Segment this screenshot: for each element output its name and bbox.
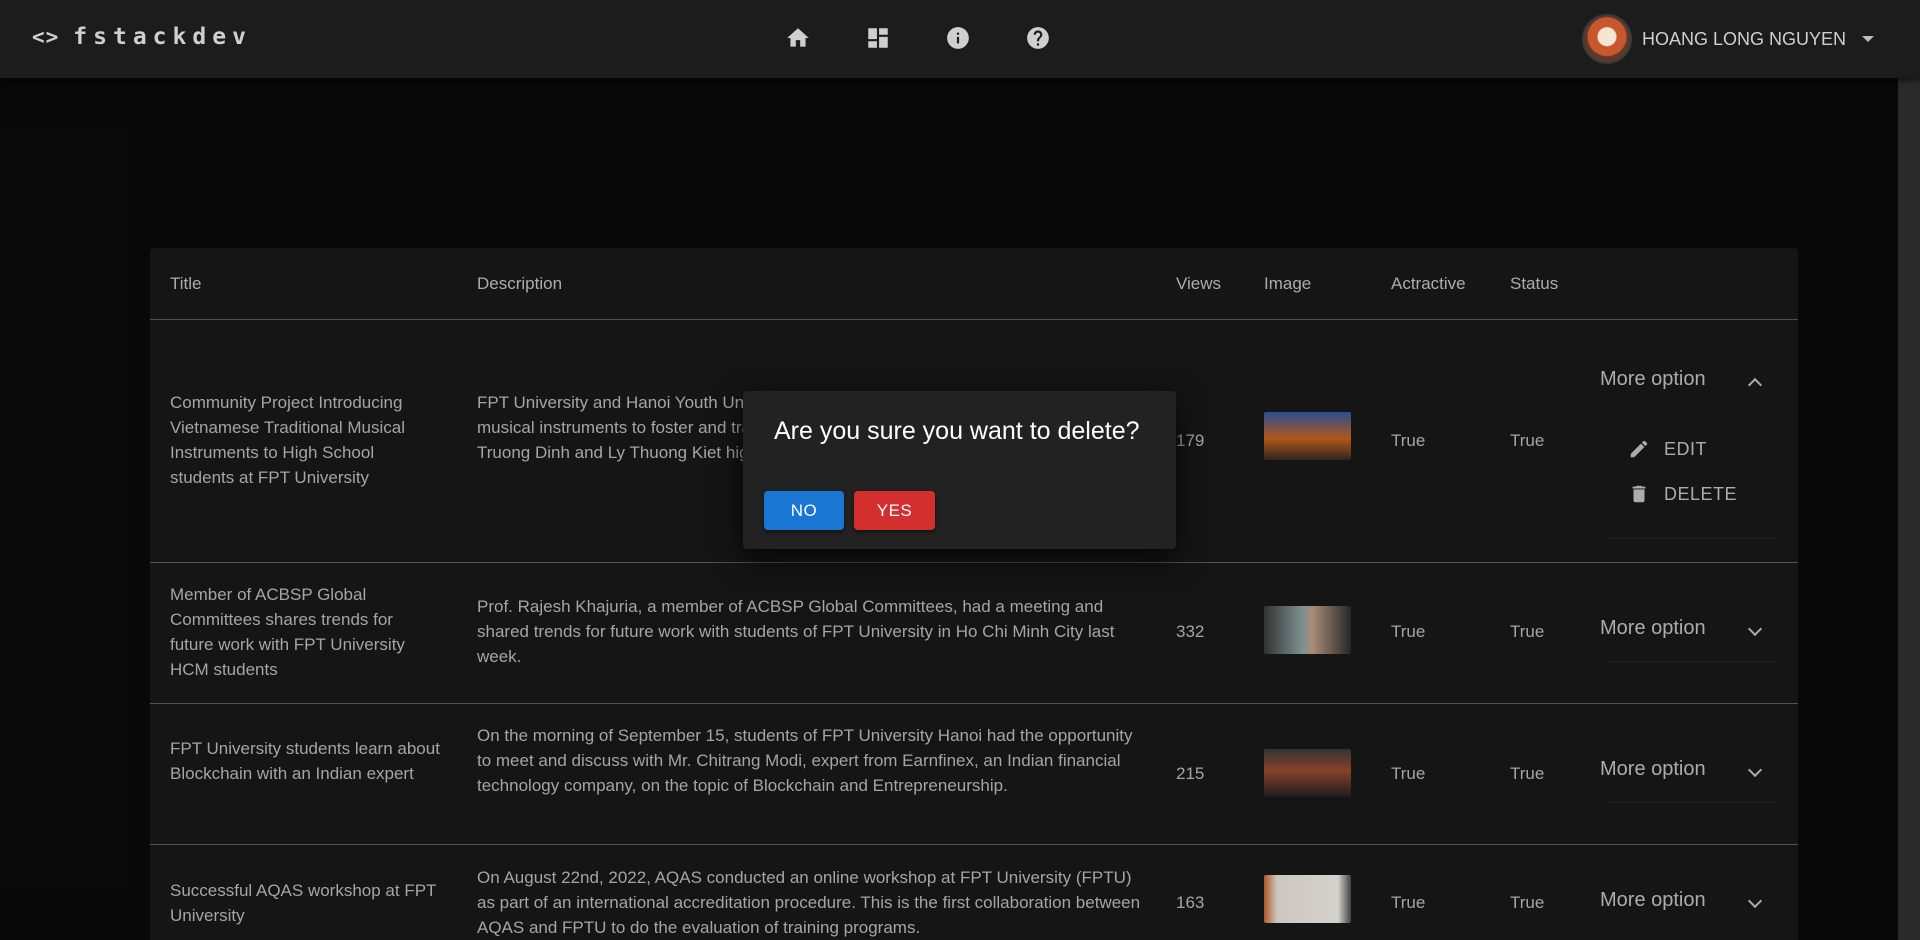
user-name: HOANG LONG NGUYEN [1642,28,1847,49]
main-nav [785,25,1051,53]
code-icon: <> [32,25,60,49]
dashboard-icon[interactable] [865,25,891,53]
help-icon[interactable] [1025,25,1051,53]
caret-down-icon[interactable] [1862,36,1875,42]
info-icon[interactable] [945,25,971,53]
brand-name: fstackdev [73,24,252,50]
user-menu[interactable]: HOANG LONG NGUYEN [1582,14,1875,64]
app-bar: <> fstackdev HOANG LONG NGUYEN [0,0,1920,78]
home-icon[interactable] [785,25,811,53]
confirm-delete-dialog: Are you sure you want to delete? NO YES [743,391,1176,549]
logo[interactable]: <> fstackdev [32,24,252,50]
dialog-question: Are you sure you want to delete? [774,417,1140,445]
no-button[interactable]: NO [764,491,844,530]
scrollbar[interactable] [1898,78,1920,940]
yes-button[interactable]: YES [854,491,935,530]
avatar[interactable] [1582,14,1632,64]
